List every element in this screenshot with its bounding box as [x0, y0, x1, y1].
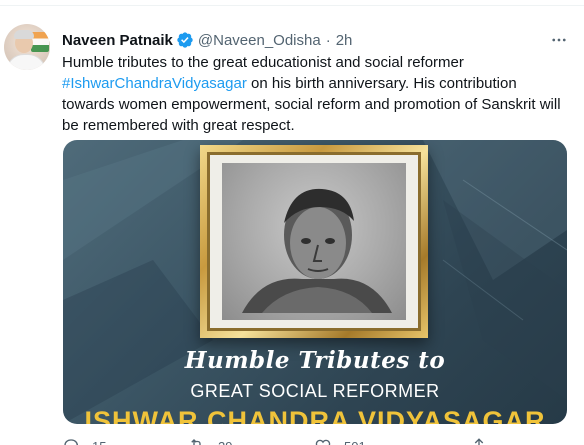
retweet-count: 29: [218, 439, 232, 445]
verified-badge-icon: [177, 32, 193, 48]
like-count: 501: [344, 439, 366, 445]
image-caption-name: ISHWAR CHANDRA VIDYASAGAR: [84, 406, 546, 424]
retweet-icon: [191, 439, 201, 445]
avatar[interactable]: [4, 24, 50, 70]
tweet-text-line: towards women empowerment, social reform…: [62, 96, 561, 113]
tweet-text-line: Humble tributes to the great educationis…: [62, 54, 464, 71]
tweet-image[interactable]: Humble Tributes to GREAT SOCIAL REFORMER…: [63, 140, 567, 424]
more-options-icon: [552, 38, 566, 42]
tweet-text-line: #IshwarChandraVidyasagar on his birth an…: [62, 75, 517, 92]
more-options-button[interactable]: [549, 30, 569, 50]
tweet-text-line: be remembered with great respect.: [62, 117, 295, 134]
tweet-text: Humble tributes to the great educationis…: [62, 52, 562, 136]
hashtag-link[interactable]: #IshwarChandraVidyasagar: [62, 75, 247, 92]
reply-button[interactable]: 15: [62, 437, 106, 445]
tweet[interactable]: Naveen Patnaik @Naveen_Odisha · 2h Humbl…: [0, 6, 584, 445]
tweet-header: Naveen Patnaik @Naveen_Odisha · 2h: [62, 30, 352, 50]
reply-icon: [64, 439, 78, 445]
portrait-image: [222, 163, 406, 320]
tweet-actions: 15 29 501: [62, 437, 562, 445]
retweet-button[interactable]: 29: [188, 437, 232, 445]
like-button[interactable]: 501: [314, 437, 366, 445]
share-button[interactable]: [470, 437, 488, 445]
image-caption-title: Humble Tributes to: [184, 347, 446, 374]
portrait-frame: [200, 145, 428, 338]
image-caption-subtitle: GREAT SOCIAL REFORMER: [190, 381, 440, 401]
like-icon: [315, 439, 331, 445]
share-icon: [474, 438, 484, 445]
tweet-timestamp[interactable]: 2h: [336, 32, 353, 49]
separator-dot: ·: [325, 31, 331, 49]
author-name[interactable]: Naveen Patnaik: [62, 32, 173, 49]
reply-count: 15: [92, 439, 106, 445]
author-handle[interactable]: @Naveen_Odisha: [198, 32, 321, 49]
